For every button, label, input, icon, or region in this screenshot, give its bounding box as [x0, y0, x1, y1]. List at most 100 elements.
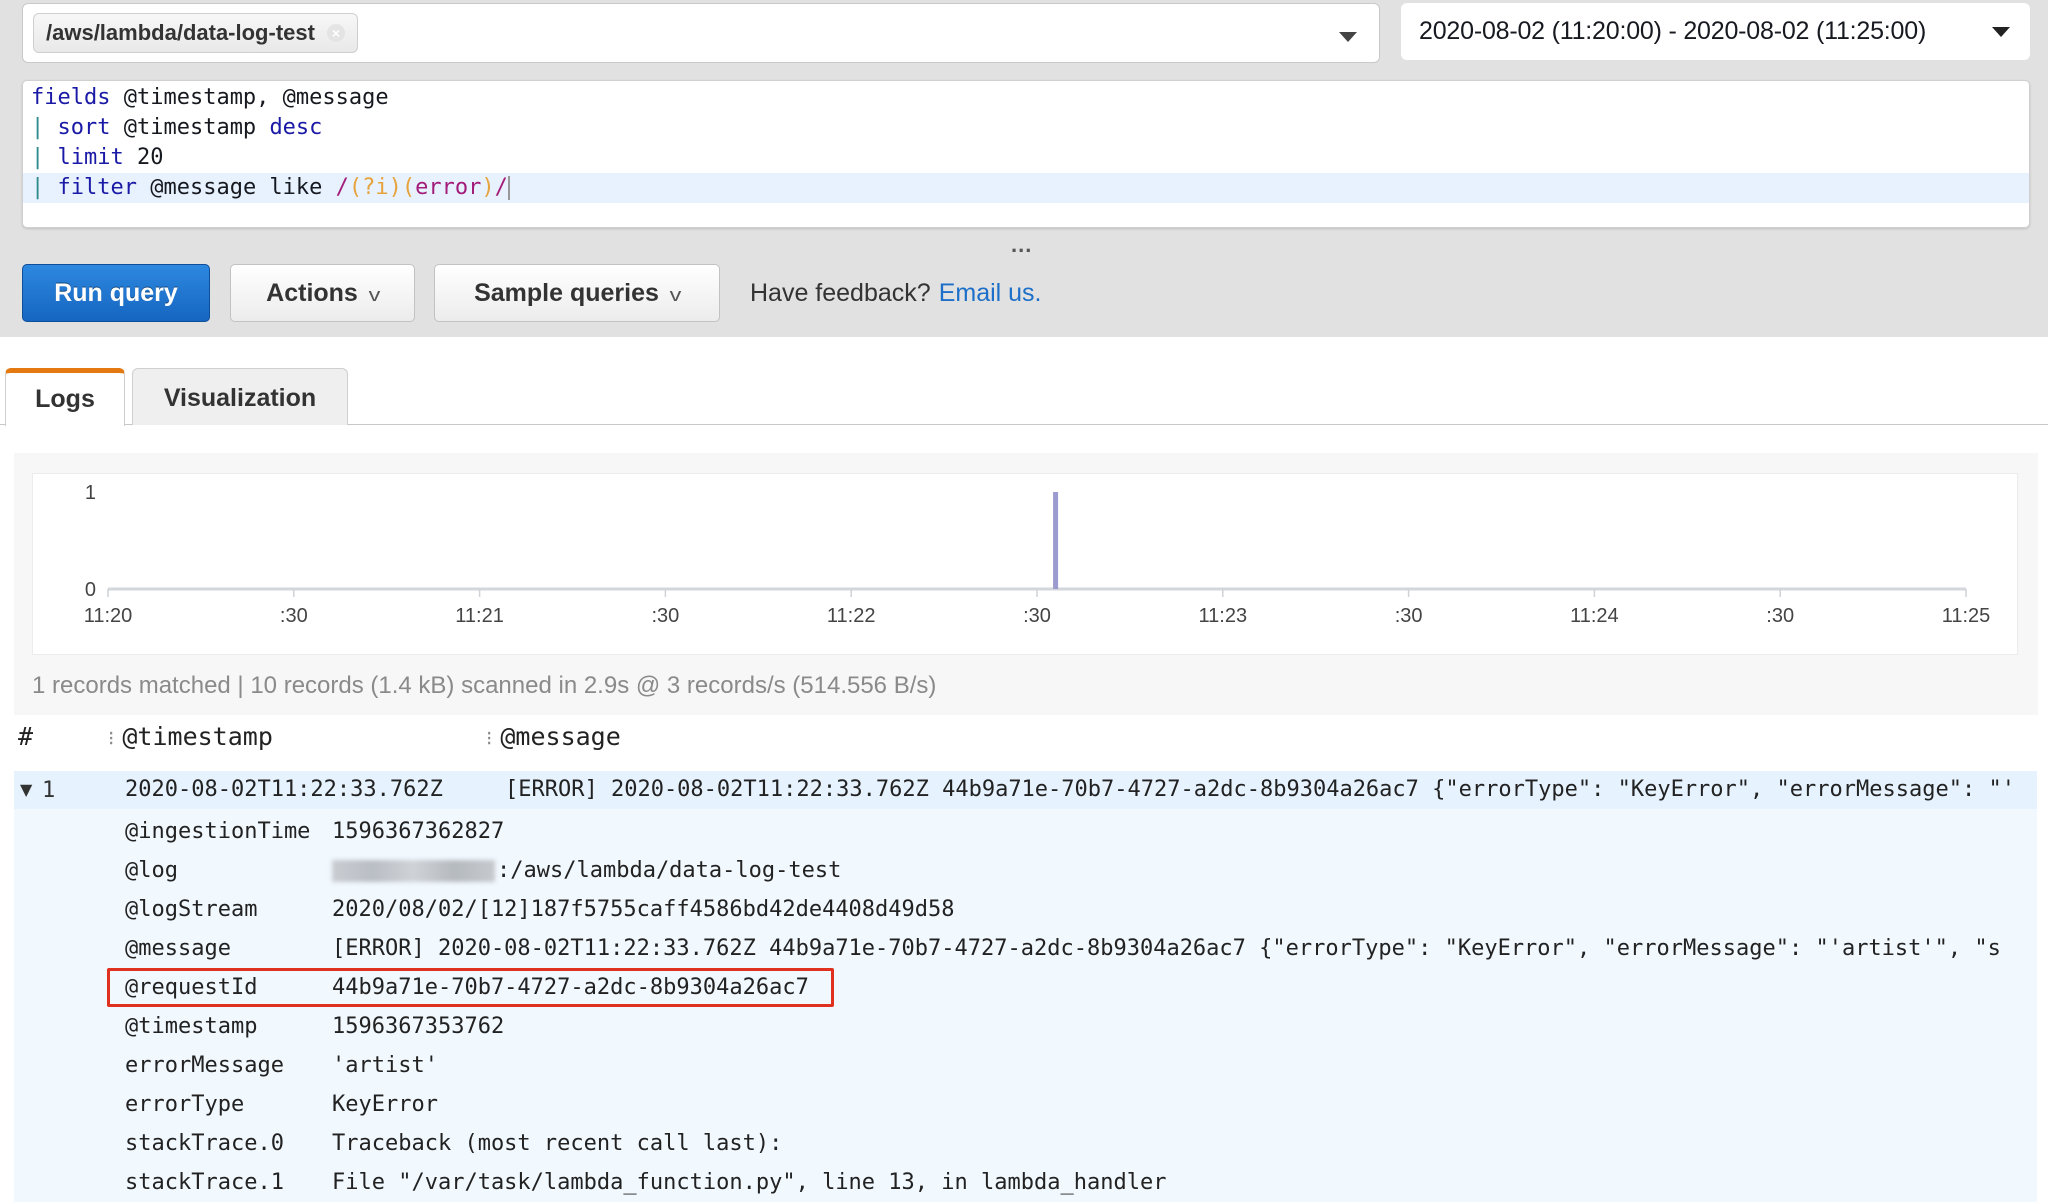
field-row: @log :/aws/lambda/data-log-test	[14, 851, 2037, 890]
tab-visualization[interactable]: Visualization	[132, 368, 348, 425]
column-header-label: @message	[500, 722, 621, 751]
args-token: @message like	[136, 175, 336, 200]
x-tick-label: :30	[1023, 605, 1051, 627]
editor-resize-handle[interactable]: ...	[1011, 232, 1032, 258]
row-timestamp: 2020-08-02T11:22:33.762Z	[125, 777, 443, 802]
x-tick-label: 11:25	[1942, 605, 1991, 627]
regex-flag: (?i)	[348, 175, 402, 200]
args-token: 20	[123, 145, 164, 170]
field-value[interactable]: 1596367353762	[332, 1007, 504, 1046]
regex-delimiter: /	[335, 175, 349, 200]
regex-paren: (	[401, 175, 416, 200]
row-index: 1	[42, 778, 56, 803]
code-line: | sort @timestamp desc	[23, 113, 2029, 143]
text-cursor	[507, 176, 510, 200]
code-line: fields @timestamp, @message	[23, 83, 2029, 113]
field-key: @requestId	[125, 975, 258, 1000]
histogram-chart: 11:20:30 11:21:30 11:22:30 11:23:30 11:24:30…	[32, 473, 2018, 655]
pipe-token: |	[31, 115, 58, 140]
histogram-bar	[1053, 492, 1059, 589]
actions-label: Actions	[266, 279, 358, 307]
field-value[interactable]: File "/var/task/lambda_function.py", lin…	[332, 1163, 1166, 1202]
field-value[interactable]: KeyError	[332, 1085, 438, 1124]
field-key: @logStream	[125, 897, 258, 922]
x-tick-label: 11:23	[1199, 605, 1248, 627]
close-circle-icon[interactable]: ×	[326, 24, 345, 42]
log-group-selector[interactable]: /aws/lambda/data-log-test ×	[22, 3, 1380, 63]
field-row: @logStream 2020/08/02/[12]187f5755caff458…	[14, 890, 2037, 929]
field-key: @ingestionTime	[125, 819, 311, 844]
table-row[interactable]: ▼ 1 2020-08-02T11:22:33.762Z [ERROR] 202…	[14, 771, 2037, 809]
field-value[interactable]: [ERROR] 2020-08-02T11:22:33.762Z 44b9a71…	[332, 929, 2001, 968]
field-row: @ingestionTime 1596367362827	[14, 812, 2037, 851]
caret-down-icon[interactable]	[1992, 27, 2010, 37]
x-tick-label: 11:24	[1570, 605, 1619, 627]
sample-queries-dropdown-button[interactable]: Sample queries v	[434, 264, 720, 322]
field-value[interactable]: 'artist'	[332, 1046, 438, 1085]
redacted-account-id	[332, 860, 495, 882]
x-tick-label: :30	[1766, 605, 1794, 627]
field-key: stackTrace.0	[125, 1131, 284, 1156]
column-header-timestamp[interactable]: ⁝ @timestamp	[108, 722, 273, 751]
feedback-text: Have feedback?	[750, 279, 931, 307]
field-value[interactable]: 2020/08/02/[12]187f5755caff4586bd42de440…	[332, 890, 955, 929]
feedback-prompt: Have feedback? Email us.	[750, 279, 1042, 308]
field-value[interactable]: :/aws/lambda/data-log-test	[332, 851, 841, 890]
field-row: errorMessage 'artist'	[14, 1046, 2037, 1085]
column-header-index: #	[18, 722, 34, 751]
field-row: @requestId 44b9a71e-70b7-4727-a2dc-8b9304…	[14, 968, 2037, 1007]
command-token: sort	[57, 115, 111, 140]
field-key: stackTrace.1	[125, 1170, 284, 1195]
field-key: errorType	[125, 1092, 245, 1117]
args-token: @timestamp, @message	[110, 85, 389, 110]
column-header-message[interactable]: ⁝ @message	[486, 722, 621, 751]
code-line-active: | filter @message like /(?i)(error)/	[23, 173, 2029, 203]
field-row: @message [ERROR] 2020-08-02T11:22:33.762Z…	[14, 929, 2037, 968]
time-range-label: 2020-08-02 (11:20:00) - 2020-08-02 (11:2…	[1419, 17, 1927, 45]
field-value[interactable]: 44b9a71e-70b7-4727-a2dc-8b9304a26ac7	[332, 968, 809, 1007]
x-tick-label: 11:20	[84, 605, 133, 627]
field-row: stackTrace.1 File "/var/task/lambda_funct…	[14, 1163, 2037, 1202]
run-query-button[interactable]: Run query	[22, 264, 210, 322]
tab-logs[interactable]: Logs	[5, 368, 125, 426]
field-key: @timestamp	[125, 1014, 258, 1039]
field-value[interactable]: Traceback (most recent call last):	[332, 1124, 782, 1163]
y-tick-label: 0	[85, 579, 96, 601]
log-group-token-label: /aws/lambda/data-log-test	[46, 20, 315, 45]
sample-queries-label: Sample queries	[474, 279, 659, 307]
regex-word: error	[415, 175, 482, 200]
results-rows: ▼ 1 2020-08-02T11:22:33.762Z [ERROR] 202…	[14, 771, 2037, 1202]
field-value-text: :/aws/lambda/data-log-test	[497, 858, 842, 883]
chevron-down-icon: v	[669, 285, 682, 305]
run-query-label: Run query	[54, 279, 178, 307]
pipe-token: |	[31, 145, 58, 170]
field-value[interactable]: 1596367362827	[332, 812, 504, 851]
command-token: fields	[31, 85, 111, 110]
x-tick-label: 11:22	[827, 605, 876, 627]
actions-dropdown-button[interactable]: Actions v	[230, 264, 415, 322]
x-tick-label: :30	[1395, 605, 1423, 627]
command-token: limit	[57, 145, 124, 170]
column-resize-handle[interactable]: ⁝	[108, 726, 114, 750]
column-resize-handle[interactable]: ⁝	[486, 726, 492, 750]
email-us-link[interactable]: Email us.	[939, 279, 1042, 307]
log-group-token[interactable]: /aws/lambda/data-log-test ×	[33, 13, 358, 53]
pipe-token: |	[31, 175, 58, 200]
regex-paren: )	[481, 175, 495, 200]
chevron-down-icon: v	[368, 285, 381, 305]
field-key: errorMessage	[125, 1053, 284, 1078]
time-range-picker[interactable]: 2020-08-02 (11:20:00) - 2020-08-02 (11:2…	[1401, 3, 2030, 60]
regex-delimiter: /	[494, 175, 508, 200]
column-header-label: @timestamp	[122, 722, 273, 751]
histogram-svg: 11:20:30 11:21:30 11:22:30 11:23:30 11:24:30…	[84, 482, 1991, 627]
command-token: filter	[57, 175, 137, 200]
expand-triangle-icon[interactable]: ▼	[20, 771, 32, 809]
caret-down-icon[interactable]	[1339, 32, 1357, 42]
field-key: @message	[125, 936, 231, 961]
field-key: @log	[125, 858, 178, 883]
query-editor[interactable]: fields @timestamp, @message | sort @time…	[22, 80, 2030, 228]
x-tick-label: :30	[280, 605, 308, 627]
code-line: | limit 20	[23, 143, 2029, 173]
x-tick-label: :30	[651, 605, 679, 627]
row-message: [ERROR] 2020-08-02T11:22:33.762Z 44b9a71…	[505, 777, 2015, 802]
